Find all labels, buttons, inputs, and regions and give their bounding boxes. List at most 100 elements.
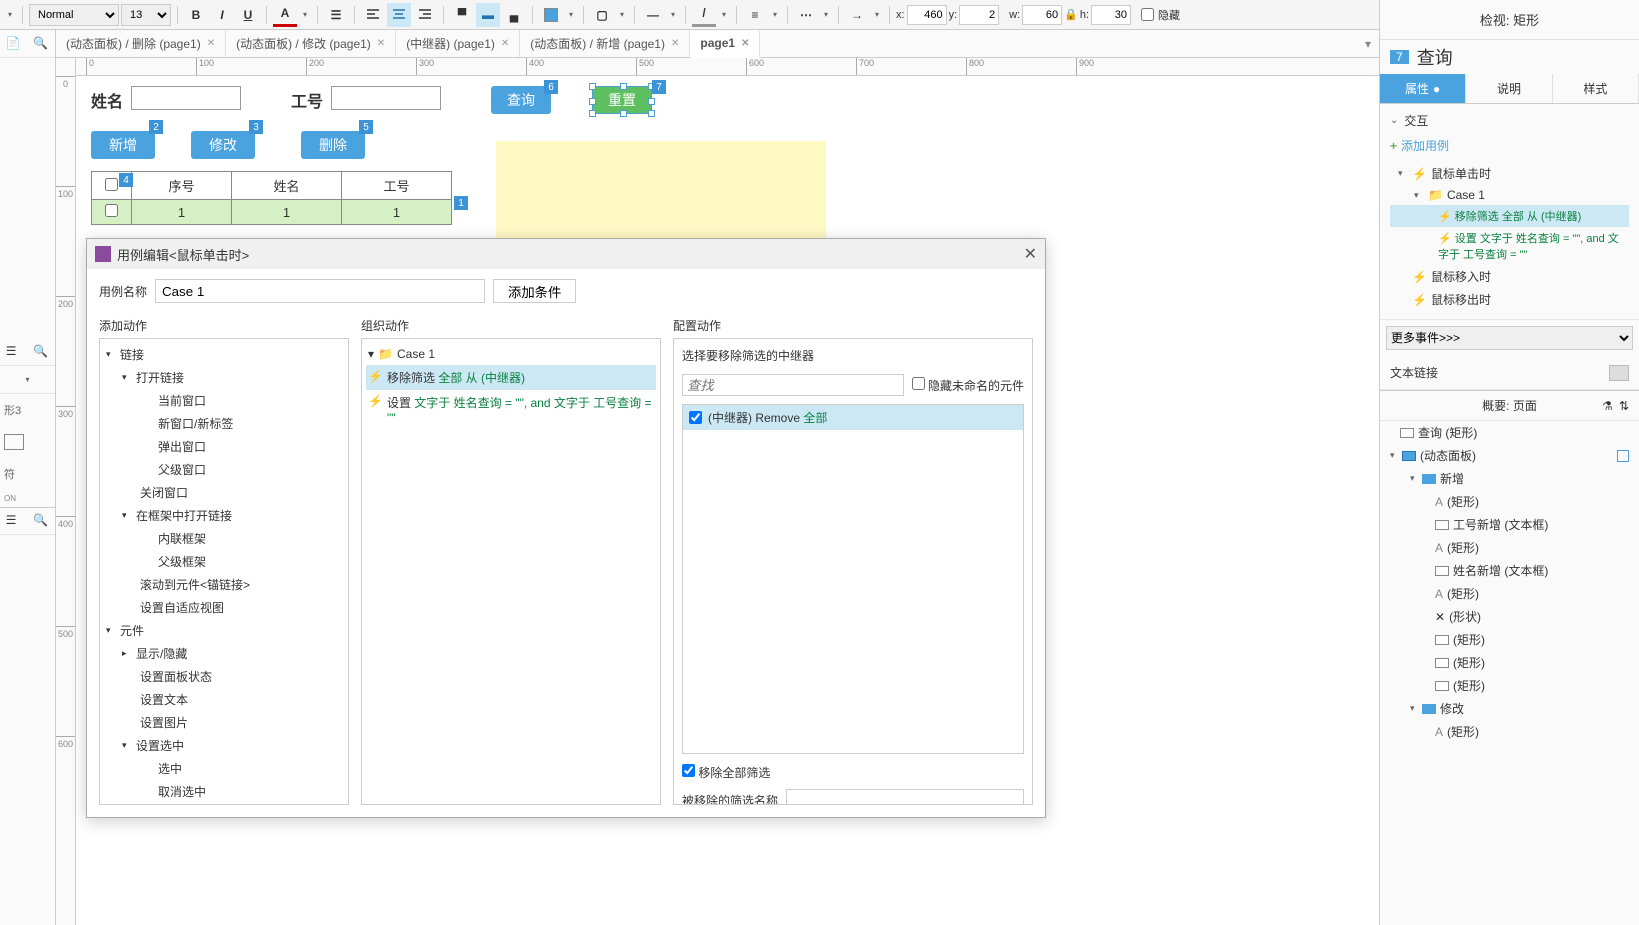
repeater-list[interactable]: (中继器) Remove 全部 [682,404,1024,754]
align-center-button[interactable] [387,3,411,27]
line-pattern-button[interactable]: ⋯ [794,3,818,27]
close-icon[interactable]: ✕ [671,38,679,49]
action-remove-filter[interactable]: ⚡ 移除筛选 全部 从 (中继器) [1390,205,1629,227]
tab-edit[interactable]: (动态面板) / 修改 (page1)✕ [226,30,396,57]
italic-button[interactable]: I [210,3,234,27]
tabs-dropdown-icon[interactable]: ▾ [1357,37,1379,51]
lib-dropdown[interactable]: ▾ [22,375,34,384]
coord-x-input[interactable] [907,5,947,25]
border-button[interactable]: ▢ [590,3,614,27]
style-select[interactable]: Normal [29,4,119,26]
interaction-section-header[interactable]: ⌄交互 [1390,112,1629,129]
text-link-button[interactable] [1609,365,1629,381]
hide-unnamed-checkbox[interactable] [912,377,925,390]
hide-unnamed-label[interactable]: 隐藏未命名的元件 [912,377,1024,394]
sort-icon[interactable]: ⇅ [1619,399,1629,413]
close-icon[interactable]: ✕ [501,38,509,49]
name-input-widget[interactable] [131,86,241,110]
valign-top-button[interactable]: ▀ [450,3,474,27]
line-width-button[interactable]: ≡ [743,3,767,27]
fill-color-button[interactable] [539,3,563,27]
add-page-icon[interactable]: 📄 [6,36,22,52]
bullet-list-button[interactable]: ☰ [324,3,348,27]
filter-icon[interactable]: ⚗ [1602,399,1613,413]
toolbar-dropdown-left[interactable]: ▾ [4,10,16,19]
valign-bottom-button[interactable]: ▄ [502,3,526,27]
close-icon[interactable]: ✕ [741,38,749,49]
dialog-titlebar[interactable]: 用例编辑<鼠标单击时> ✕ [87,239,1045,269]
add-actions-tree[interactable]: ▾链接 ▾打开链接 当前窗口 新窗口/新标签 弹出窗口 父级窗口 关闭窗口 ▾在… [99,338,349,805]
tab-notes[interactable]: 说明 [1466,74,1552,103]
lp-drop[interactable]: ▾ [820,10,832,19]
masters-add-icon[interactable]: ☰ [6,513,22,529]
remove-all-label[interactable]: 移除全部筛选 [682,764,770,781]
outline-tree[interactable]: 查询 (矩形) ▾(动态面板) ▾新增 A(矩形) 工号新增 (文本框) A(矩… [1380,421,1639,925]
repeater-item-checkbox[interactable] [689,411,702,424]
rect-shape-icon[interactable] [4,434,24,450]
action-set-text[interactable]: ⚡ 设置 文字于 姓名查询 = "", and 文字于 工号查询 = "" [1390,227,1629,265]
row-checkbox[interactable] [105,204,118,217]
org-action-set-text[interactable]: ⚡ 设置 文字于 姓名查询 = "", and 文字于 工号查询 = "" [366,390,656,429]
delete-button-widget[interactable]: 删除 [301,131,365,159]
arr-drop[interactable]: ▾ [871,10,883,19]
removed-filter-name-input[interactable] [786,789,1024,805]
data-table[interactable]: 序号 姓名 工号 1 1 1 [91,171,452,225]
lw-drop[interactable]: ▾ [769,10,781,19]
tab-properties[interactable]: 属性● [1380,74,1466,103]
lib-search-icon[interactable]: 🔍 [33,344,49,360]
line-drop[interactable]: ▾ [667,10,679,19]
masters-search-icon[interactable]: 🔍 [33,513,49,529]
event-click[interactable]: ▾⚡鼠标单击时 [1390,162,1629,185]
more-events-select[interactable]: 更多事件>>> [1386,326,1633,350]
coord-h-input[interactable] [1091,5,1131,25]
line-style-button[interactable]: ― [641,3,665,27]
outline-edit[interactable]: ▾修改 [1380,697,1639,720]
search-icon[interactable]: 🔍 [33,36,49,52]
coord-w-input[interactable] [1022,5,1062,25]
case-name-input[interactable] [155,279,485,303]
case-1-item[interactable]: ▾📁Case 1 [1390,185,1629,205]
fill-drop[interactable]: ▾ [565,10,577,19]
outline-query-rect[interactable]: 查询 (矩形) [1380,421,1639,444]
lib-add-icon[interactable]: ☰ [6,344,22,360]
font-size-select[interactable]: 13 [121,4,171,26]
id-input-widget[interactable] [331,86,441,110]
arrow-button[interactable]: → [845,3,869,27]
lock-icon[interactable]: 🔒 [1064,8,1078,21]
tab-add[interactable]: (动态面板) / 新增 (page1)✕ [520,30,690,57]
repeater-list-item[interactable]: (中继器) Remove 全部 [683,405,1023,430]
org-action-remove-filter[interactable]: ⚡ 移除筛选 全部 从 (中继器) [366,365,656,390]
tab-repeater[interactable]: (中继器) (page1)✕ [396,30,520,57]
close-icon[interactable]: ✕ [1024,244,1037,264]
border-drop[interactable]: ▾ [616,10,628,19]
add-case-link[interactable]: +添加用例 [1390,137,1629,154]
add-condition-button[interactable]: 添加条件 [493,279,576,303]
valign-middle-button[interactable]: ▬ [476,3,500,27]
close-icon[interactable]: ✕ [207,38,215,49]
linec-drop[interactable]: ▾ [718,10,730,19]
yellow-placeholder[interactable] [496,141,826,241]
organize-actions-list[interactable]: ▾📁Case 1 ⚡ 移除筛选 全部 从 (中继器) ⚡ 设置 文字于 姓名查询… [361,338,661,805]
query-button-widget[interactable]: 查询 [491,86,551,114]
bold-button[interactable]: B [184,3,208,27]
outline-add[interactable]: ▾新增 [1380,467,1639,490]
underline-button[interactable]: U [236,3,260,27]
remove-all-checkbox[interactable] [682,764,695,777]
event-mouseenter[interactable]: ⚡鼠标移入时 [1390,265,1629,288]
reset-button-widget-selected[interactable]: 重置 [592,86,652,114]
header-checkbox[interactable] [105,178,118,191]
coord-y-input[interactable] [959,5,999,25]
event-mouseleave[interactable]: ⚡鼠标移出时 [1390,288,1629,311]
repeater-search-input[interactable] [682,374,904,396]
outline-dynamic-panel[interactable]: ▾(动态面板) [1380,444,1639,467]
align-left-button[interactable] [361,3,385,27]
tab-delete[interactable]: (动态面板) / 删除 (page1)✕ [56,30,226,57]
add-button-widget[interactable]: 新增 [91,131,155,159]
edit-button-widget[interactable]: 修改 [191,131,255,159]
hidden-checkbox[interactable] [1141,8,1154,21]
close-icon[interactable]: ✕ [377,38,385,49]
font-color-drop[interactable]: ▾ [299,10,311,19]
tab-page1[interactable]: page1✕ [690,31,760,58]
font-color-button[interactable]: A [273,3,297,27]
line-color-button[interactable]: / [692,3,716,27]
